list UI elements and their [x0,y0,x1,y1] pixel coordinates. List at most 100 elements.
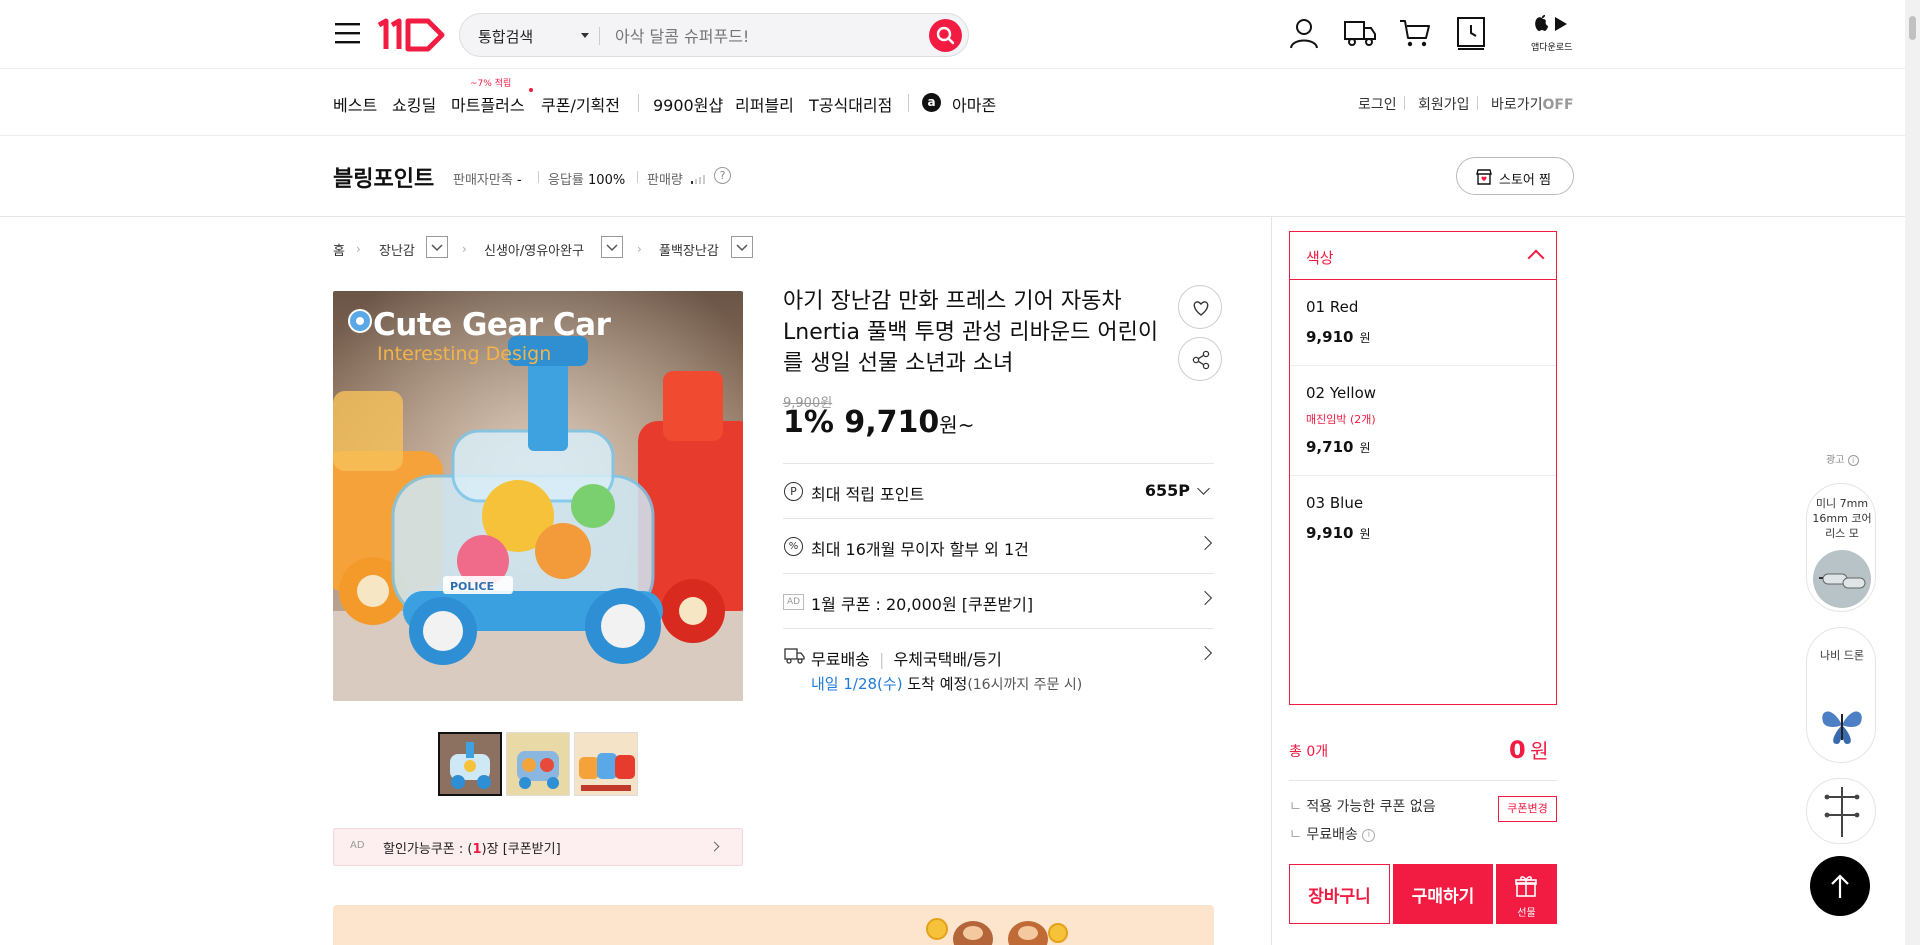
product-main-image[interactable]: Cute Gear Car Interesting Design POLICE [333,291,743,701]
ad-motor-image [1813,550,1871,608]
arrival-date: 내일 1/28(수) [811,675,903,693]
breadcrumb-dropdown[interactable] [601,236,623,258]
tree-branch-icon: ㄴ [1289,827,1302,843]
installment-row[interactable]: % 최대 16개월 무이자 할부 외 1건 [783,518,1214,573]
breadcrumb-dropdown[interactable] [426,236,448,258]
ad-card-1[interactable]: 미니 7mm 16mm 코어리스 모 [1806,483,1876,612]
sales-label: 판매량 [647,173,683,188]
nav-9900-shop[interactable]: 9900원샵 [653,92,723,116]
shortcut-toggle[interactable]: 바로가기OFF [1491,94,1574,114]
ad-label-text: 광고 [1826,455,1845,466]
coupon-count: 1 [472,842,482,857]
promo-banner[interactable] [333,905,1214,945]
shipping-row[interactable]: 무료배송 | 우체국택배/등기 내일 1/28(수) 도착 예정(16시까지 주… [783,628,1214,703]
total-amount: 0 원 [1509,735,1549,764]
monthly-coupon-row[interactable]: AD 1월 쿠폰 : 20,000원 [쿠폰받기] [783,573,1214,628]
app-store-icon [1535,15,1567,31]
option-item-red[interactable]: 01 Red 9,910 원 [1290,280,1556,366]
delivery-truck-icon[interactable] [1343,18,1377,48]
ad-butterfly-image [1822,711,1862,744]
image-caption-subtitle: Interesting Design [377,343,552,365]
share-button[interactable] [1178,337,1222,381]
cart-icon[interactable] [1399,18,1431,48]
option-price-value: 9,710 [1306,438,1354,456]
scrollbar-thumb[interactable] [1909,16,1916,40]
buy-now-button[interactable]: 구매하기 [1393,864,1493,924]
app-download-link[interactable]: 앱다운로드 [1528,14,1578,54]
help-icon[interactable]: ? [714,167,731,184]
ad-label: AD [350,840,365,851]
max-points-row[interactable]: P 최대 적립 포인트 655P [783,463,1214,518]
11st-logo[interactable] [376,17,446,53]
coupon-status: ㄴ 적용 가능한 쿠폰 없음 [1289,796,1436,816]
chevron-right-icon [709,841,720,852]
breadcrumb-separator-icon: › [356,242,361,256]
chevron-down-icon [736,244,748,252]
search-input[interactable] [615,24,915,48]
nav-shocking-deal[interactable]: 쇼킹딜 [392,92,436,116]
gift-button[interactable]: 선물 [1496,864,1557,924]
nav-divider [638,94,639,112]
nav-best[interactable]: 베스트 [333,92,377,116]
search-scope-select[interactable]: 통합검색 [478,26,533,47]
ad-card-3[interactable] [1806,778,1876,844]
divider: | [878,650,885,669]
info-icon[interactable]: i [1362,828,1376,842]
option-name: 02 Yellow [1306,384,1377,402]
gear-icon [345,306,375,336]
login-link[interactable]: 로그인 [1358,94,1397,114]
breadcrumb-level-2[interactable]: 신생아/영유아완구 [484,240,584,259]
max-points-label: 최대 적립 포인트 [811,485,925,504]
add-to-cart-button[interactable]: 장바구니 [1289,864,1390,924]
sales-bars-icon [690,172,710,184]
product-thumbnail-1[interactable] [438,732,502,796]
shortcut-state: OFF [1542,97,1574,113]
store-follow-button[interactable]: 스토어 찜 [1456,157,1574,195]
divider [538,171,539,183]
store-follow-label: 스토어 찜 [1499,173,1551,188]
product-thumbnail-3[interactable] [574,732,638,796]
breadcrumb-dropdown[interactable] [731,236,753,258]
menu-icon[interactable] [335,22,360,44]
option-header[interactable]: 색상 [1290,232,1556,280]
shipping-status: ㄴ 무료배송 i [1289,824,1376,844]
nav-t-official[interactable]: T공식대리점 [809,92,892,116]
product-title: 아기 장난감 만화 프레스 기어 자동차 Lnertia 풀백 투명 관성 리바… [783,289,1159,376]
info-icon[interactable]: i [1847,455,1859,466]
breadcrumb-level-3[interactable]: 풀백장난감 [659,240,719,259]
breadcrumb-separator-icon: › [462,242,467,256]
product-thumbnail-2[interactable] [506,732,570,796]
promo-characters-illustration [926,918,1068,945]
arrow-up-icon [1831,874,1849,898]
nav-mart-plus[interactable]: 마트플러스 [451,92,525,116]
sales-volume: 판매량 [647,169,683,188]
ad-card-2[interactable]: 나비 드론 [1806,627,1876,763]
nav-refurbly[interactable]: 리퍼블리 [735,92,794,116]
search-button[interactable] [929,19,962,52]
chevron-down-icon[interactable] [581,33,589,38]
coupon-text-suffix: )장 [쿠폰받기] [481,842,561,857]
coupon-change-button[interactable]: 쿠폰변경 [1498,796,1557,822]
scroll-to-top-button[interactable] [1810,856,1870,916]
seller-satisfaction: 판매자만족 - [453,169,522,188]
page-scrollbar[interactable] [1905,0,1920,945]
option-item-blue[interactable]: 03 Blue 9,910 원 [1290,476,1556,562]
chevron-right-icon [1197,645,1213,661]
nav-divider [908,94,909,112]
store-name[interactable]: 블링포인트 [333,161,434,193]
tree-branch-icon: ㄴ [1289,799,1302,815]
option-price-unit: 원 [1359,527,1371,541]
ad-label: 광고 i [1826,451,1859,466]
my-page-icon[interactable] [1289,17,1319,49]
wishlist-button[interactable] [1178,285,1222,329]
breadcrumb-level-1[interactable]: 장난감 [379,240,415,259]
signup-link[interactable]: 회원가입 [1418,94,1470,114]
breadcrumb-separator-icon: › [637,242,642,256]
discount-coupon-bar[interactable]: AD 할인가능쿠폰 : (1)장 [쿠폰받기] [333,828,743,866]
option-item-yellow[interactable]: 02 Yellow 매진임박 (2개) 9,710 원 [1290,366,1556,476]
option-header-label: 색상 [1306,249,1334,267]
breadcrumb-home[interactable]: 홈 [333,240,345,259]
recent-viewed-icon[interactable] [1456,16,1486,50]
nav-amazon[interactable]: 아마존 [952,92,996,116]
nav-coupon[interactable]: 쿠폰/기획전 [541,92,620,116]
